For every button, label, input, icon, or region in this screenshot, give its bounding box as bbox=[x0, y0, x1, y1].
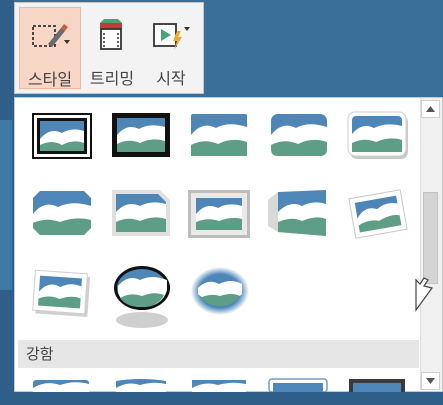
style-intense-5[interactable] bbox=[348, 378, 406, 392]
triangle-down-icon bbox=[426, 378, 435, 384]
style-bevel-rounded-corners[interactable] bbox=[32, 190, 92, 236]
document-background-bottom bbox=[0, 392, 443, 405]
style-intense-2[interactable] bbox=[112, 378, 170, 392]
trim-video-icon bbox=[92, 19, 132, 57]
style-metal-frame[interactable] bbox=[188, 190, 250, 238]
style-rounded-rectangle[interactable] bbox=[270, 113, 328, 157]
picture-style-icon bbox=[30, 20, 70, 58]
start-button[interactable]: 시작 bbox=[143, 7, 199, 89]
style-rotated-shadow[interactable] bbox=[30, 266, 92, 318]
style-intense-4[interactable] bbox=[268, 378, 328, 392]
section-header-intense: 강함 bbox=[18, 340, 419, 368]
trim-button[interactable]: 트리밍 bbox=[83, 7, 141, 89]
style-snip-corner[interactable] bbox=[112, 190, 170, 236]
scroll-up-button[interactable] bbox=[421, 100, 440, 118]
scroll-down-button[interactable] bbox=[421, 372, 440, 390]
style-simple-black-frame[interactable] bbox=[32, 113, 92, 159]
triangle-up-icon bbox=[426, 106, 435, 112]
mouse-cursor-icon bbox=[414, 276, 436, 316]
style-soft-edge-oval[interactable] bbox=[190, 266, 250, 316]
scrollbar-thumb[interactable] bbox=[423, 192, 438, 284]
style-button[interactable]: 스타일 bbox=[19, 7, 81, 89]
document-background-strip bbox=[0, 120, 12, 290]
style-perspective-left[interactable] bbox=[268, 190, 328, 236]
style-intense-3[interactable] bbox=[190, 378, 248, 392]
video-tools-ribbon: 스타일 트리밍 시작 bbox=[14, 2, 204, 94]
trim-label: 트리밍 bbox=[89, 69, 135, 88]
start-label: 시작 bbox=[156, 69, 186, 88]
style-drop-shadow-rounded[interactable] bbox=[346, 110, 410, 162]
style-label: 스타일 bbox=[27, 70, 73, 89]
style-rotated-white-frame[interactable] bbox=[348, 188, 408, 240]
style-oval-black-frame[interactable] bbox=[112, 264, 172, 332]
style-thick-black-frame[interactable] bbox=[112, 113, 170, 157]
start-playback-icon bbox=[151, 19, 191, 57]
style-soft-edge-rectangle[interactable] bbox=[190, 113, 248, 157]
style-intense-1[interactable] bbox=[32, 378, 90, 392]
